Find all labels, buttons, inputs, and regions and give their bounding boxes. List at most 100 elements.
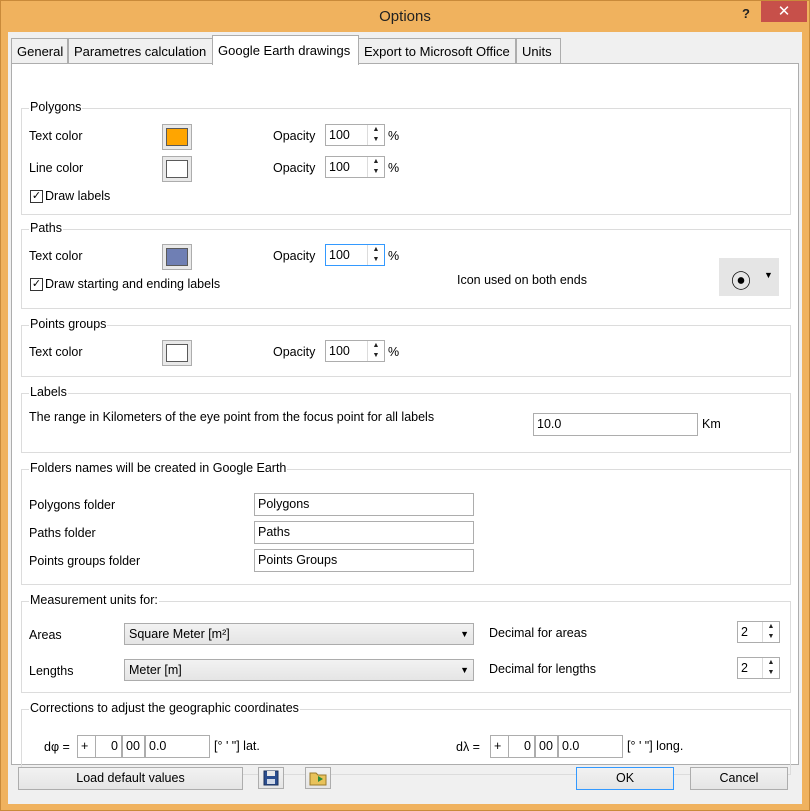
lon-min-input[interactable]: 00: [535, 735, 558, 758]
percent-label: %: [388, 129, 400, 143]
decimal-areas-spinner[interactable]: 2 ▲ ▼: [737, 621, 780, 643]
chevron-down-icon: ▼: [764, 270, 773, 280]
icon-ends-label: Icon used on both ends: [457, 273, 587, 287]
measurement-legend: Measurement units for:: [29, 593, 159, 607]
tab-units[interactable]: Units: [516, 38, 561, 63]
points-opacity-spinner[interactable]: 100 ▲ ▼: [325, 340, 385, 362]
help-button[interactable]: ?: [733, 4, 759, 24]
spinner-value: 100: [329, 248, 350, 262]
lon-unit-label: [° ' "] long.: [627, 739, 684, 753]
up-arrow-icon[interactable]: ▲: [763, 622, 779, 632]
chevron-down-icon: ▼: [460, 629, 469, 639]
spinner-arrows[interactable]: ▲ ▼: [367, 157, 384, 177]
range-label: The range in Kilometers of the eye point…: [29, 410, 435, 424]
dialog-client: General Parametres calculation Google Ea…: [8, 32, 802, 804]
range-input[interactable]: 10.0: [533, 413, 698, 436]
up-arrow-icon[interactable]: ▲: [368, 157, 384, 167]
polygons-text-opacity-spinner[interactable]: 100 ▲ ▼: [325, 124, 385, 146]
points-text-color-label: Text color: [29, 345, 83, 359]
paths-legend: Paths: [29, 221, 63, 235]
down-arrow-icon[interactable]: ▼: [763, 668, 779, 678]
down-arrow-icon[interactable]: ▼: [368, 351, 384, 361]
spinner-arrows[interactable]: ▲ ▼: [762, 622, 779, 642]
up-arrow-icon[interactable]: ▲: [368, 125, 384, 135]
ok-button[interactable]: OK: [576, 767, 674, 790]
lat-min-input[interactable]: 00: [122, 735, 145, 758]
lon-sign-input[interactable]: +: [490, 735, 510, 758]
points-groups-group: Points groups Text color Opacity 100 ▲ ▼ …: [21, 317, 791, 377]
target-icon: ⦿: [731, 271, 751, 293]
color-fill: [166, 128, 188, 146]
load-defaults-button[interactable]: Load default values: [18, 767, 243, 790]
up-arrow-icon[interactable]: ▲: [368, 245, 384, 255]
polygons-line-color-label: Line color: [29, 161, 84, 175]
polygons-folder-input[interactable]: Polygons: [254, 493, 474, 516]
polygons-line-opacity-spinner[interactable]: 100 ▲ ▼: [325, 156, 385, 178]
spinner-arrows[interactable]: ▲ ▼: [367, 245, 384, 265]
areas-select-value: Square Meter [m²]: [129, 627, 230, 641]
paths-folder-label: Paths folder: [29, 526, 96, 540]
tab-parametres-calculation[interactable]: Parametres calculation: [68, 38, 215, 63]
tab-google-earth-drawings[interactable]: Google Earth drawings: [212, 35, 359, 65]
spinner-arrows[interactable]: ▲ ▼: [367, 125, 384, 145]
measurement-group: Measurement units for: Areas Square Mete…: [21, 593, 791, 693]
title-bar: Options ? ✕: [1, 1, 809, 33]
up-arrow-icon[interactable]: ▲: [368, 341, 384, 351]
lat-unit-label: [° ' "] lat.: [214, 739, 260, 753]
lat-deg-input[interactable]: 0: [95, 735, 122, 758]
up-arrow-icon[interactable]: ▲: [763, 658, 779, 668]
tab-general[interactable]: General: [11, 38, 68, 63]
polygons-line-color-swatch[interactable]: [162, 156, 192, 182]
folders-legend: Folders names will be created in Google …: [29, 461, 288, 475]
draw-start-end-labels-label: Draw starting and ending labels: [45, 277, 221, 291]
paths-opacity-label: Opacity: [273, 249, 316, 263]
spinner-value: 100: [329, 344, 350, 358]
color-fill: [166, 344, 188, 362]
polygons-folder-label: Polygons folder: [29, 498, 116, 512]
areas-label: Areas: [29, 628, 62, 642]
lengths-select[interactable]: Meter [m] ▼: [124, 659, 474, 681]
paths-folder-input[interactable]: Paths: [254, 521, 474, 544]
polygons-group: Polygons Text color Opacity 100 ▲ ▼ % Lin…: [21, 100, 791, 215]
paths-group: Paths Text color Opacity 100 ▲ ▼ % ✓ Draw…: [21, 221, 791, 309]
lengths-select-value: Meter [m]: [129, 663, 182, 677]
folder-open-icon: [309, 772, 327, 786]
points-folder-input[interactable]: Points Groups: [254, 549, 474, 572]
down-arrow-icon[interactable]: ▼: [368, 135, 384, 145]
lat-sign-input[interactable]: +: [77, 735, 97, 758]
save-button[interactable]: [258, 767, 284, 789]
decimal-lengths-spinner[interactable]: 2 ▲ ▼: [737, 657, 780, 679]
spinner-value: 2: [741, 625, 748, 639]
close-button[interactable]: ✕: [761, 1, 807, 22]
tab-export-office[interactable]: Export to Microsoft Office: [358, 38, 516, 63]
points-text-color-swatch[interactable]: [162, 340, 192, 366]
areas-select[interactable]: Square Meter [m²] ▼: [124, 623, 474, 645]
spinner-arrows[interactable]: ▲ ▼: [367, 341, 384, 361]
down-arrow-icon[interactable]: ▼: [368, 255, 384, 265]
lat-sec-input[interactable]: 0.0: [145, 735, 210, 758]
color-fill: [166, 160, 188, 178]
lengths-label: Lengths: [29, 664, 74, 678]
lat-label: dφ =: [44, 740, 70, 754]
icon-ends-dropdown[interactable]: ⦿ ▼: [719, 258, 779, 296]
draw-labels-checkbox[interactable]: ✓: [30, 190, 43, 203]
lon-sec-input[interactable]: 0.0: [558, 735, 623, 758]
window-title: Options: [379, 8, 431, 25]
folders-group: Folders names will be created in Google …: [21, 461, 791, 585]
draw-start-end-labels-checkbox[interactable]: ✓: [30, 278, 43, 291]
polygons-legend: Polygons: [29, 100, 83, 114]
spinner-arrows[interactable]: ▲ ▼: [762, 658, 779, 678]
cancel-button[interactable]: Cancel: [690, 767, 788, 790]
paths-opacity-spinner[interactable]: 100 ▲ ▼: [325, 244, 385, 266]
points-groups-legend: Points groups: [29, 317, 108, 331]
down-arrow-icon[interactable]: ▼: [368, 167, 384, 177]
open-folder-button[interactable]: [305, 767, 331, 789]
spinner-value: 100: [329, 160, 350, 174]
decimal-areas-label: Decimal for areas: [489, 626, 587, 640]
polygons-text-color-swatch[interactable]: [162, 124, 192, 150]
lon-deg-input[interactable]: 0: [508, 735, 535, 758]
paths-text-color-swatch[interactable]: [162, 244, 192, 270]
draw-labels-label: Draw labels: [45, 189, 111, 203]
points-folder-label: Points groups folder: [29, 554, 141, 568]
down-arrow-icon[interactable]: ▼: [763, 632, 779, 642]
